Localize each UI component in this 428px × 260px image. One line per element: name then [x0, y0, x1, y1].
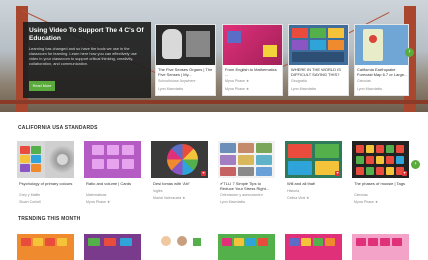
card-thumbnail	[17, 234, 74, 260]
trending-card[interactable]	[151, 234, 208, 260]
card-thumbnail	[285, 234, 342, 260]
standards-card[interactable]: Psychology of primary colours Grey y Mal…	[17, 141, 74, 207]
favorite-heart-icon[interactable]: ♥	[402, 171, 407, 176]
card-author-secondary: Lynn Mavrdatiw	[291, 87, 317, 91]
card-thumbnail	[84, 234, 141, 260]
card-author: Orientación y asesoramien	[220, 193, 263, 197]
trending-card[interactable]	[218, 234, 275, 260]
card-author-secondary: Marial Valenzuela ★	[153, 196, 186, 200]
favorite-heart-icon[interactable]: ♥	[201, 171, 206, 176]
card-author-secondary: Myna Phase ★	[86, 200, 111, 204]
card-thumbnail	[218, 141, 275, 178]
card-thumbnail	[223, 25, 282, 65]
card-author-secondary: Stuart Corbell	[19, 200, 41, 204]
card-title: The Five Senses Organs | The Five Senses…	[158, 67, 213, 77]
card-title: California Earthquake Forecast Map 6.7 o…	[357, 67, 408, 77]
card-author: Geografia	[291, 79, 307, 83]
card-author: Ciencias	[357, 79, 371, 83]
card-author: Grey y Malife	[19, 193, 41, 197]
card-title: Ratio and volume | Cards	[86, 181, 132, 186]
card-author-secondary: Lynn Mavrdatiw	[158, 87, 184, 91]
hero-card[interactable]: California Earthquake Forecast Map 6.7 o…	[354, 24, 409, 96]
card-author: Historia	[287, 189, 300, 193]
card-thumbnail	[151, 234, 208, 260]
card-thumbnail	[84, 141, 141, 178]
card-title: The phases of moosie | Tags	[354, 181, 405, 186]
section-title-trending: TRENDING THIS MONTH	[18, 216, 81, 222]
card-thumbnail	[352, 141, 409, 178]
standards-next-arrow[interactable]: ›	[411, 160, 420, 169]
card-title: Psychology of primary colours	[19, 181, 73, 186]
read-more-button[interactable]: Read More	[29, 81, 55, 91]
card-title: Will and all that!	[287, 181, 316, 186]
standards-card[interactable]: Will and all that! Historia Celina Viral…	[285, 141, 342, 207]
card-author-secondary: Celina Viral ★	[287, 196, 310, 200]
trending-card[interactable]	[285, 234, 342, 260]
standards-card[interactable]: Ratio and volume | Cards Matemáticas Myn…	[84, 141, 141, 207]
card-thumbnail	[352, 234, 409, 260]
card-thumbnail	[289, 25, 348, 65]
card-thumbnail	[285, 141, 342, 178]
standards-card[interactable]: The phases of moosie | Tags Ciencias Myn…	[352, 141, 409, 207]
card-author-secondary: Lynn Mavrdatiw	[220, 200, 246, 204]
card-author-secondary: Lynn Mavrdatiw	[357, 87, 383, 91]
card-thumbnail	[17, 141, 74, 178]
card-author-secondary: Myna Phase ★	[225, 87, 250, 91]
card-title: ✔TLLI 7 Simple Tips to Reduce Your Stres…	[220, 181, 270, 191]
card-author: Inglés	[153, 189, 163, 193]
card-author-secondary: Myna Phase ★	[354, 200, 379, 204]
trending-card[interactable]	[17, 234, 74, 260]
card-thumbnail	[218, 234, 275, 260]
hero-card[interactable]: The Five Senses Organs | The Five Senses…	[155, 24, 216, 96]
promo-title: Using Video To Support The 4 C's Of Educ…	[29, 27, 144, 42]
card-thumbnail	[156, 25, 215, 65]
card-author: Schoolhouse Anywhere	[158, 79, 196, 83]
trending-card[interactable]	[84, 234, 141, 260]
card-title: Desi tomas with 'Ah!'	[153, 181, 190, 186]
hero-next-arrow[interactable]: ›	[405, 48, 414, 57]
hero-card[interactable]: From English to Mathematics ... Myna Pha…	[222, 24, 283, 96]
card-thumbnail	[355, 25, 408, 65]
promo-panel: Using Video To Support The 4 C's Of Educ…	[23, 22, 151, 98]
section-title-standards: CALIFORNIA USA STANDARDS	[18, 125, 98, 131]
trending-card[interactable]	[352, 234, 409, 260]
card-title: From English to Mathematics ...	[225, 67, 277, 77]
card-author: Myna Phase ★	[225, 79, 250, 83]
card-author: Ciencias	[354, 193, 368, 197]
card-title: WHERE IN THE WORLD IS DIFFICULT SAYING T…	[291, 67, 341, 77]
card-thumbnail	[151, 141, 208, 178]
standards-card[interactable]: Desi tomas with 'Ah!' Inglés Marial Vale…	[151, 141, 208, 207]
hero-card[interactable]: WHERE IN THE WORLD IS DIFFICULT SAYING T…	[288, 24, 349, 96]
standards-card[interactable]: ✔TLLI 7 Simple Tips to Reduce Your Stres…	[218, 141, 275, 207]
hero-banner: Using Video To Support The 4 C's Of Educ…	[0, 0, 428, 112]
promo-text: Learning has changed and so have the too…	[29, 46, 137, 66]
favorite-heart-icon[interactable]: ♥	[335, 171, 340, 176]
card-author: Matemáticas	[86, 193, 107, 197]
bridge-deck	[0, 100, 428, 104]
